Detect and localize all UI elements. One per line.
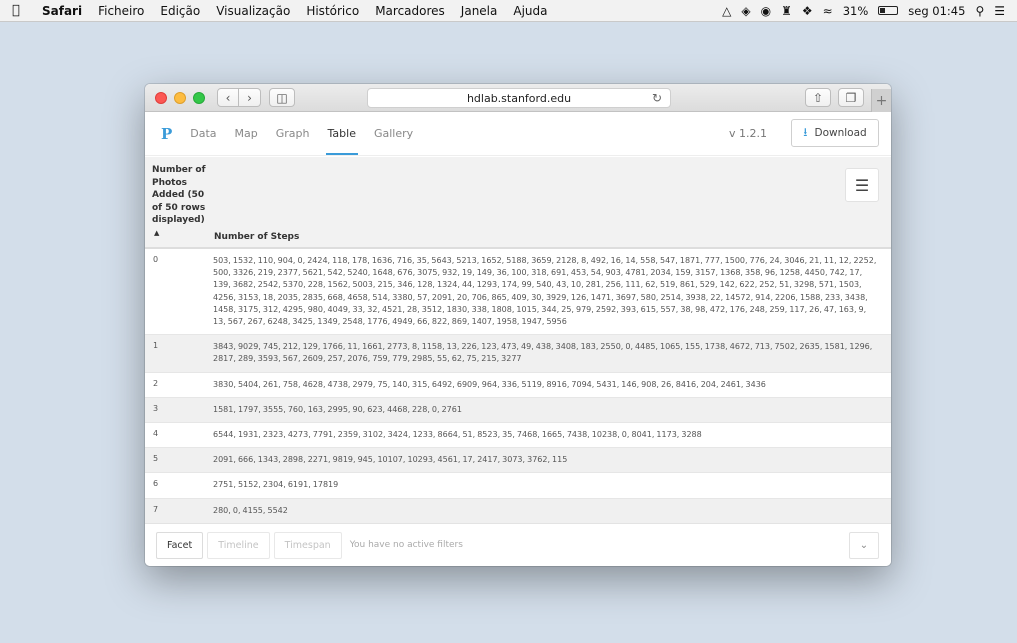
row-key: 2 [153, 378, 159, 388]
evernote-icon[interactable]: ◈ [741, 4, 750, 18]
row-value: 6544, 1931, 2323, 4273, 7791, 2359, 3102… [213, 430, 702, 440]
row-key: 6 [153, 479, 159, 489]
url-text: hdlab.stanford.edu [466, 91, 572, 105]
table-row: 4 6544, 1931, 2323, 4273, 7791, 2359, 31… [145, 423, 891, 449]
tabs-icon: ❐ [845, 90, 857, 105]
column-header-steps[interactable]: Number of Steps [214, 232, 299, 242]
bottom-toolbar: Facet Timeline Timespan You have no acti… [145, 523, 891, 566]
tab-graph[interactable]: Graph [276, 112, 310, 156]
chevron-left-icon: ‹ [225, 90, 231, 105]
app-nav: P Data Map Graph Table Gallery v 1.2.1 ⭳… [145, 112, 891, 156]
menu-visualizacao[interactable]: Visualização [216, 4, 290, 18]
row-value: 2751, 5152, 2304, 6191, 17819 [213, 480, 339, 490]
status-area: △ ◈ ◉ ♜ ❖ ≈ 31% seg 01:45 ⚲ ☰ [722, 4, 1017, 18]
forward-button[interactable]: › [239, 88, 261, 107]
tab-table[interactable]: Table [325, 112, 359, 156]
filters-status: You have no active filters [349, 540, 463, 550]
back-forward-group: ‹ › [217, 88, 261, 107]
data-table: Number of Photos Added (50 of 50 rows di… [145, 157, 891, 523]
sidebar-toggle-button[interactable]: ◫ [269, 88, 295, 107]
tab-map[interactable]: Map [235, 112, 258, 156]
table-body: 0 503, 1532, 110, 904, 0, 2424, 118, 178… [145, 249, 891, 523]
close-window-button[interactable] [155, 91, 167, 104]
table-row: 6 2751, 5152, 2304, 6191, 17819 [145, 473, 891, 499]
plus-icon: + [875, 92, 888, 109]
table-header: Number of Photos Added (50 of 50 rows di… [145, 157, 891, 249]
expand-toolbar-button[interactable]: ⌄ [849, 532, 879, 559]
row-value: 2091, 666, 1343, 2898, 2271, 9819, 945, … [213, 455, 568, 465]
title-bar: ‹ › ◫ hdlab.stanford.edu ↻ ⇧ ❐ + [145, 84, 891, 112]
menu-marcadores[interactable]: Marcadores [375, 4, 445, 18]
battery-icon[interactable] [878, 6, 899, 15]
table-row: 2 3830, 5404, 261, 758, 4628, 4738, 2979… [145, 373, 891, 398]
row-key: 1 [153, 341, 159, 351]
minimize-window-button[interactable] [174, 91, 186, 104]
menu-safari[interactable]: Safari [42, 4, 82, 18]
reload-icon[interactable]: ↻ [652, 91, 662, 105]
battery-percent[interactable]: 31% [843, 4, 869, 18]
menu-ficheiro[interactable]: Ficheiro [98, 4, 144, 18]
fullscreen-window-button[interactable] [193, 91, 205, 104]
timemachine-icon[interactable]: ♜ [781, 4, 792, 18]
menu-janela[interactable]: Janela [461, 4, 498, 18]
table-row: 7 280, 0, 4155, 5542 [145, 498, 891, 523]
sidebar-icon: ◫ [276, 90, 288, 105]
sort-ascending-icon[interactable]: ▲ [154, 229, 159, 237]
clock[interactable]: seg 01:45 [908, 4, 965, 18]
table-row: 3 1581, 1797, 3555, 760, 163, 2995, 90, … [145, 397, 891, 424]
row-value: 503, 1532, 110, 904, 0, 2424, 118, 178, … [213, 256, 877, 327]
wifi-icon[interactable]: ≈ [823, 4, 833, 18]
download-button[interactable]: ⭳ Download [791, 119, 879, 147]
hamburger-icon: ☰ [854, 175, 870, 195]
timespan-button[interactable]: Timespan [273, 531, 342, 559]
timeline-button[interactable]: Timeline [207, 531, 270, 559]
back-button[interactable]: ‹ [217, 88, 239, 107]
app-logo[interactable]: P [161, 125, 172, 143]
row-key: 0 [153, 255, 159, 264]
row-value: 280, 0, 4155, 5542 [213, 505, 288, 515]
tab-gallery[interactable]: Gallery [374, 112, 413, 156]
row-value: 3843, 9029, 745, 212, 129, 1766, 11, 166… [213, 342, 873, 364]
row-key: 4 [153, 429, 159, 439]
spotlight-search-icon[interactable]: ⚲ [975, 4, 984, 18]
new-tab-button[interactable]: + [871, 89, 891, 112]
chevron-right-icon: › [247, 90, 252, 105]
row-key: 3 [153, 403, 159, 413]
download-label: Download [814, 127, 867, 139]
table-menu-button[interactable]: ☰ [845, 168, 879, 202]
row-key: 7 [153, 504, 159, 514]
row-value: 1581, 1797, 3555, 760, 163, 2995, 90, 62… [213, 404, 462, 414]
window-controls [155, 91, 205, 104]
row-key: 5 [153, 454, 159, 464]
notification-center-icon[interactable]: ☰ [994, 4, 1005, 18]
dropbox-icon[interactable]: ❖ [802, 4, 813, 18]
table-row: 1 3843, 9029, 745, 212, 129, 1766, 11, 1… [145, 335, 891, 373]
menu-ajuda[interactable]: Ajuda [513, 4, 547, 18]
column-header-photos[interactable]: Number of Photos Added (50 of 50 rows di… [152, 164, 208, 239]
adobe-icon[interactable]: △ [722, 4, 731, 18]
safari-window: ‹ › ◫ hdlab.stanford.edu ↻ ⇧ ❐ + P Data … [145, 84, 891, 566]
menu-historico[interactable]: Histórico [306, 4, 359, 18]
column-header-photos-label: Number of Photos Added (50 of 50 rows di… [152, 165, 206, 225]
table-row: 5 2091, 666, 1343, 2898, 2271, 9819, 945… [145, 448, 891, 474]
menu-edicao[interactable]: Edição [160, 4, 200, 18]
row-value: 3830, 5404, 261, 758, 4628, 4738, 2979, … [213, 379, 766, 389]
version-label: v 1.2.1 [729, 127, 767, 140]
menu-bar:  Safari Ficheiro Edição Visualização Hi… [0, 0, 1017, 22]
show-tabs-button[interactable]: ❐ [838, 88, 864, 107]
address-bar[interactable]: hdlab.stanford.edu ↻ [367, 88, 671, 108]
share-button[interactable]: ⇧ [805, 88, 831, 107]
table-row: 0 503, 1532, 110, 904, 0, 2424, 118, 178… [145, 249, 891, 336]
download-icon: ⭳ [803, 124, 808, 139]
chevron-down-icon: ⌄ [859, 540, 869, 551]
share-icon: ⇧ [812, 90, 824, 105]
facet-button[interactable]: Facet [156, 531, 204, 559]
sync-icon[interactable]: ◉ [761, 4, 771, 18]
tab-data[interactable]: Data [190, 112, 216, 156]
apple-logo-icon[interactable]:  [12, 3, 26, 18]
